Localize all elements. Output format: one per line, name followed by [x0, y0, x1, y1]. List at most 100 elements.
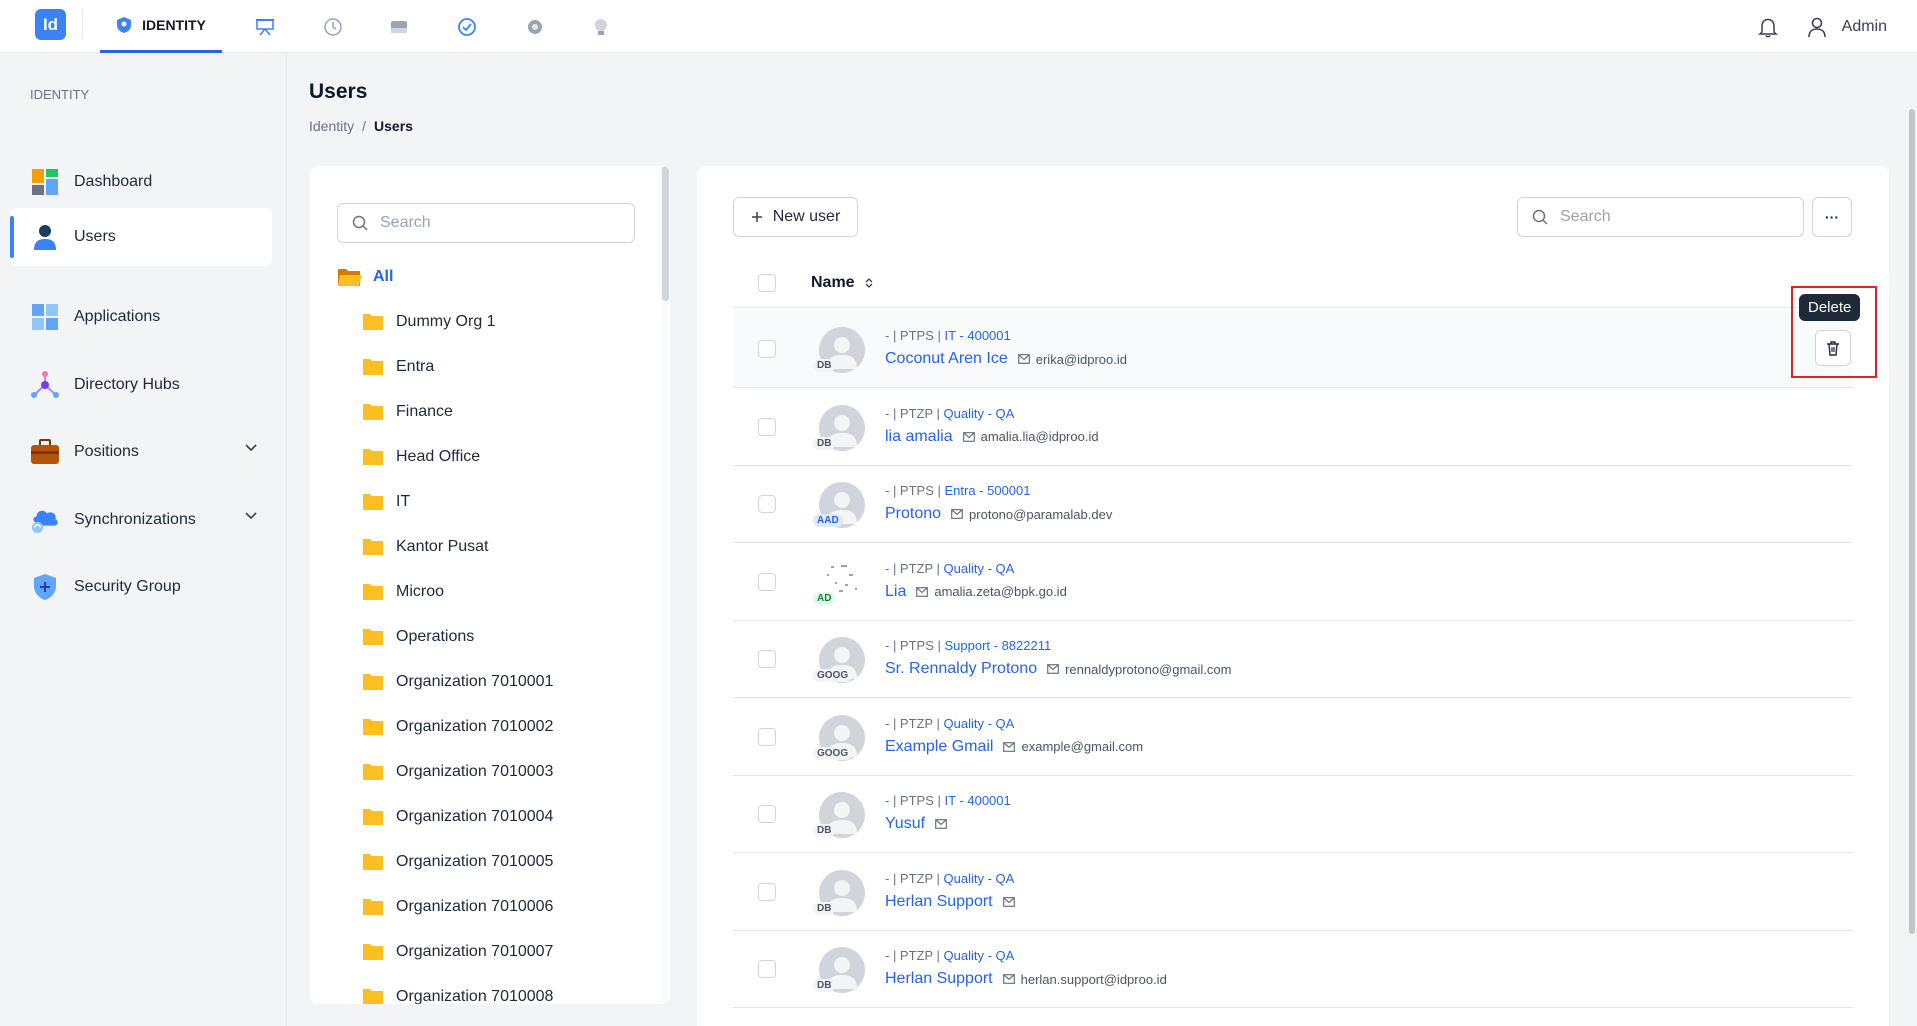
row-email: herlan.support@idproo.id	[1002, 972, 1167, 987]
badge-check-icon	[458, 17, 476, 36]
table-row[interactable]: DB - | PTPS | IT - 400001 Yusuf	[733, 776, 1853, 853]
user-email: example@gmail.com	[1021, 739, 1144, 754]
sidebar-item-applications[interactable]: Applications	[10, 288, 272, 346]
tab-identity[interactable]: IDENTITY	[100, 0, 222, 53]
tab-presentation[interactable]	[250, 0, 280, 53]
delete-button[interactable]	[1815, 330, 1851, 366]
row-department[interactable]: Quality - QA	[944, 716, 1015, 731]
tree-item[interactable]: Kantor Pusat	[362, 537, 489, 556]
row-checkbox[interactable]	[758, 417, 776, 436]
user-name-link[interactable]: Coconut Aren Ice	[885, 350, 1008, 368]
row-checkbox[interactable]	[758, 960, 776, 978]
user-name-link[interactable]: Sr. Rennaldy Protono	[885, 660, 1037, 678]
tree-item[interactable]: Operations	[362, 627, 474, 646]
row-checkbox[interactable]	[758, 340, 776, 358]
bell-icon[interactable]	[1757, 16, 1778, 38]
row-department[interactable]: Quality - QA	[944, 948, 1015, 963]
name-column-header[interactable]: Name	[811, 274, 873, 292]
more-options-button[interactable]: ···	[1812, 197, 1852, 237]
row-company: - | PTZP |	[885, 948, 944, 963]
new-user-button[interactable]: New user	[733, 197, 858, 237]
tab-verified[interactable]	[452, 0, 482, 53]
tree-search[interactable]	[337, 203, 635, 243]
tree-item-label: IT	[396, 492, 411, 510]
user-name-link[interactable]: Example Gmail	[885, 738, 993, 756]
table-row[interactable]: DB - | PTZP | Quality - QA lia amalia amali…	[733, 389, 1853, 466]
user-name-link[interactable]: Yusuf	[885, 815, 925, 833]
breadcrumb-identity[interactable]: Identity	[309, 118, 354, 134]
user-name-link[interactable]: lia amalia	[885, 428, 953, 446]
search-icon	[1532, 209, 1548, 225]
row-checkbox[interactable]	[758, 882, 776, 901]
tree-item[interactable]: Organization 7010004	[362, 807, 553, 826]
page-scrollbar-thumb[interactable]	[1909, 109, 1915, 934]
clock-icon	[324, 17, 342, 36]
row-department[interactable]: Support - 8822211	[944, 638, 1051, 653]
row-name-line: Protono protono@paramalab.dev	[885, 505, 1112, 523]
table-row[interactable]: DB - | PTPS | IT - 400001 Coconut Aren Ice…	[733, 311, 1853, 388]
sidebar-item-synchronizations[interactable]: Synchronizations	[10, 491, 272, 549]
row-department[interactable]: Quality - QA	[944, 871, 1015, 886]
row-department[interactable]: IT - 400001	[944, 793, 1010, 808]
tree-item[interactable]: Organization 7010002	[362, 717, 553, 736]
tab-settings[interactable]	[520, 0, 550, 53]
row-department[interactable]: Quality - QA	[944, 561, 1015, 576]
sidebar-item-users[interactable]: Users	[10, 208, 272, 266]
app-logo[interactable]: Id	[35, 9, 66, 40]
tree-item[interactable]: Head Office	[362, 447, 480, 466]
table-row[interactable]: GOOG - | PTPS | Support - 8822211 Sr. Renn…	[733, 621, 1853, 698]
row-checkbox[interactable]	[758, 805, 776, 823]
folder-icon	[363, 944, 383, 960]
sidebar-item-positions[interactable]: Positions	[10, 423, 272, 481]
tree-item[interactable]: Organization 7010006	[362, 897, 553, 916]
page-scrollbar[interactable]	[1907, 53, 1917, 1026]
table-row[interactable]: DB - | PTZP | Quality - QA Herlan Support	[733, 854, 1853, 931]
user-name-link[interactable]: Lia	[885, 583, 906, 601]
tree-item[interactable]: IT	[362, 492, 410, 511]
sidebar-item-directory-hubs[interactable]: Directory Hubs	[10, 356, 272, 414]
table-row[interactable]: AD - | PTZP | Quality - QA Lia amalia.zeta@…	[733, 544, 1853, 621]
tree-item[interactable]: Organization 7010003	[362, 762, 553, 781]
tree-item[interactable]: Finance	[362, 402, 453, 421]
row-checkbox[interactable]	[758, 650, 776, 668]
table-row[interactable]: AAD - | PTPS | Entra - 500001 Protono proto…	[733, 466, 1853, 543]
row-checkbox[interactable]	[758, 572, 776, 591]
user-email: protono@paramalab.dev	[969, 506, 1113, 522]
user-name-link[interactable]: Herlan Support	[885, 970, 993, 988]
users-search-input[interactable]	[1560, 208, 1790, 226]
tree-scrollbar[interactable]	[661, 166, 670, 1004]
sidebar-item-security-group[interactable]: Security Group	[10, 558, 272, 616]
user-name-link[interactable]: Protono	[885, 505, 941, 523]
tree-search-input[interactable]	[380, 214, 620, 232]
row-department[interactable]: IT - 400001	[944, 328, 1010, 343]
tree-item[interactable]: Organization 7010005	[362, 852, 553, 871]
tree-item[interactable]: Microo	[362, 582, 444, 601]
tree-scrollbar-thumb[interactable]	[662, 166, 669, 301]
tree-item-label: Organization 7010008	[396, 987, 554, 1005]
row-checkbox[interactable]	[758, 727, 776, 746]
tree-item[interactable]: Organization 7010001	[362, 672, 553, 691]
user-menu[interactable]: Admin	[1806, 16, 1887, 38]
sidebar-item-label: Directory Hubs	[74, 376, 180, 393]
tab-ideas[interactable]	[586, 0, 616, 53]
row-department[interactable]: Entra - 500001	[944, 483, 1030, 498]
tree-item-all[interactable]: All	[337, 266, 393, 288]
row-checkbox[interactable]	[758, 495, 776, 513]
tree-item[interactable]: Dummy Org 1	[362, 312, 496, 331]
row-department[interactable]: Quality - QA	[944, 406, 1015, 421]
select-all-checkbox[interactable]	[758, 273, 776, 292]
row-company: - | PTPS |	[885, 793, 945, 808]
table-row[interactable]: GOOG - | PTZP | Quality - QA Example Gmail…	[733, 699, 1853, 776]
mail-icon	[962, 431, 975, 442]
user-email: amalia.lia@idproo.id	[980, 429, 1099, 444]
users-search[interactable]	[1517, 197, 1804, 237]
tree-item[interactable]: Organization 7010007	[362, 942, 553, 961]
tab-history[interactable]	[318, 0, 348, 53]
tree-item[interactable]: Entra	[362, 357, 434, 376]
tab-storage[interactable]	[384, 0, 414, 53]
sidebar-item-dashboard[interactable]: Dashboard	[10, 153, 272, 211]
tree-item[interactable]: Organization 7010008	[362, 987, 553, 1004]
table-row[interactable]: DB - | PTZP | Quality - QA Herlan Support h…	[733, 931, 1853, 1008]
row-name-line: lia amalia amalia.lia@idproo.id	[885, 428, 1099, 446]
user-name-link[interactable]: Herlan Support	[885, 893, 993, 911]
